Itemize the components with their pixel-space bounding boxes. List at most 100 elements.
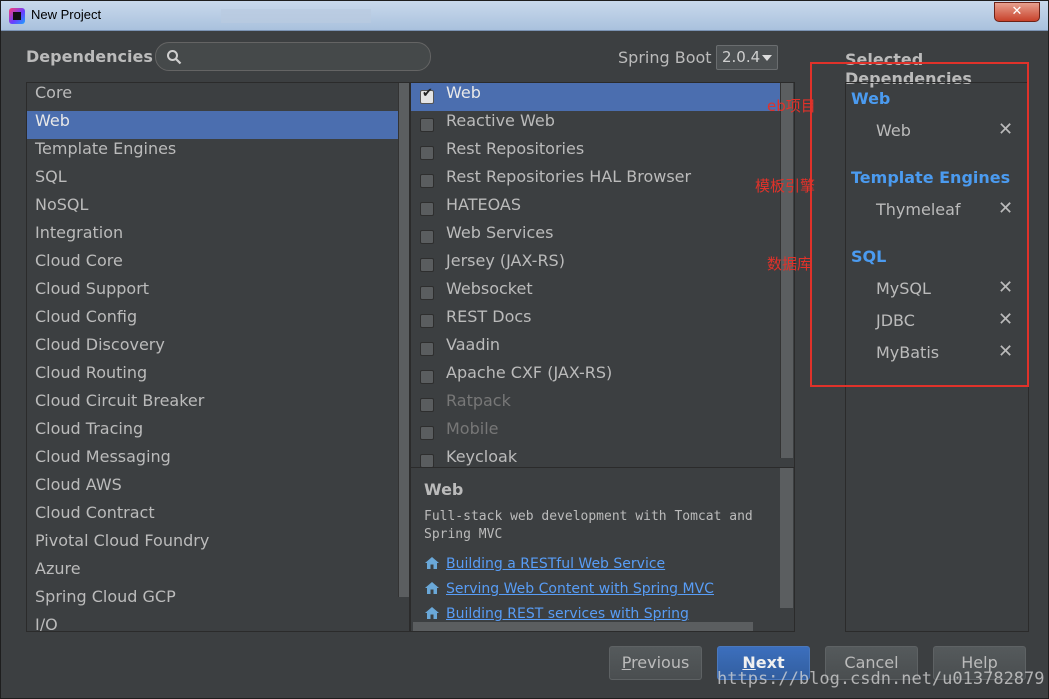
category-item[interactable]: Cloud Routing: [27, 363, 399, 391]
dependency-item[interactable]: Mobile: [411, 419, 780, 447]
watermark: https://blog.csdn.net/u013782879: [717, 669, 1045, 689]
category-list: Core Web Template Engines SQL NoSQL Integrati…: [26, 82, 410, 632]
annotation-template: 模板引擎: [755, 177, 816, 195]
category-item[interactable]: Integration: [27, 223, 399, 251]
category-item[interactable]: Web: [27, 111, 399, 139]
dependency-checkbox[interactable]: [420, 202, 434, 216]
dependencies-label: Dependencies: [26, 47, 153, 66]
dependency-checkbox[interactable]: [420, 174, 434, 188]
title-bar[interactable]: New Project ✕: [1, 1, 1048, 31]
search-icon: [167, 50, 182, 65]
dependency-checkbox[interactable]: [420, 342, 434, 356]
dependency-label: Ratpack: [446, 391, 511, 410]
home-icon: [425, 607, 439, 619]
dependency-checkbox[interactable]: [420, 454, 434, 467]
guide-link-label: Serving Web Content with Spring MVC: [446, 581, 714, 597]
dependency-list: Web Reactive Web Rest Repositories Rest Rep…: [411, 83, 794, 467]
window-title: New Project: [31, 7, 102, 22]
dependency-label: Apache CXF (JAX-RS): [446, 363, 613, 382]
description-scrollbar[interactable]: [780, 468, 793, 608]
dependency-label: Reactive Web: [446, 111, 555, 130]
category-item[interactable]: Pivotal Cloud Foundry: [27, 531, 399, 559]
category-item[interactable]: Spring Cloud GCP: [27, 587, 399, 615]
category-item[interactable]: Cloud Contract: [27, 503, 399, 531]
category-item[interactable]: Core: [27, 83, 399, 111]
dependency-label: Web: [446, 83, 481, 102]
guide-link-label: Building a RESTful Web Service: [446, 556, 666, 572]
annotation-web: eb项目: [767, 97, 816, 115]
spring-boot-label: Spring Boot: [618, 48, 712, 67]
dependency-item[interactable]: Rest Repositories: [411, 139, 780, 167]
dependency-checkbox[interactable]: [420, 118, 434, 132]
home-icon: [425, 582, 439, 594]
dependency-item[interactable]: Reactive Web: [411, 111, 780, 139]
dependency-checkbox[interactable]: [420, 286, 434, 300]
dependency-label: Mobile: [446, 419, 499, 438]
dependency-label: Rest Repositories: [446, 139, 585, 158]
dependency-checkbox[interactable]: [420, 86, 434, 104]
dependency-item[interactable]: Jersey (JAX-RS): [411, 251, 780, 279]
dependency-item[interactable]: Ratpack: [411, 391, 780, 419]
dependency-label: REST Docs: [446, 307, 532, 326]
guide-link[interactable]: Serving Web Content with Spring MVC: [424, 581, 714, 601]
dependency-label: Websocket: [446, 279, 533, 298]
category-item[interactable]: Cloud Discovery: [27, 335, 399, 363]
category-item[interactable]: Cloud Tracing: [27, 419, 399, 447]
new-project-window: New Project ✕ Dependencies Spring Boot 2…: [0, 0, 1049, 699]
category-item[interactable]: I/O: [27, 615, 399, 631]
annotation-sql: 数据库: [767, 255, 813, 273]
dependency-item[interactable]: Vaadin: [411, 335, 780, 363]
dependency-item[interactable]: Web Services: [411, 223, 780, 251]
category-item[interactable]: Cloud Support: [27, 279, 399, 307]
dependency-item[interactable]: Websocket: [411, 279, 780, 307]
previous-mnemonic: P: [621, 653, 632, 672]
description-text: Full-stack web development with Tomcat a…: [424, 509, 753, 542]
category-item[interactable]: Cloud AWS: [27, 475, 399, 503]
category-item[interactable]: Template Engines: [27, 139, 399, 167]
category-item[interactable]: NoSQL: [27, 195, 399, 223]
dependency-label: Web Services: [446, 223, 554, 242]
description-horizontal-scrollbar[interactable]: [413, 622, 753, 631]
dependency-checkbox[interactable]: [420, 426, 434, 440]
dependency-item[interactable]: HATEOAS: [411, 195, 780, 223]
dependency-item[interactable]: Keycloak: [411, 447, 780, 467]
dependency-label: Vaadin: [446, 335, 501, 354]
guide-link-label: Building REST services with Spring: [446, 606, 689, 622]
dependency-item[interactable]: Apache CXF (JAX-RS): [411, 363, 780, 391]
category-item[interactable]: Cloud Config: [27, 307, 399, 335]
dependency-label: HATEOAS: [446, 195, 522, 214]
spring-boot-version-value: 2.0.4: [722, 48, 761, 66]
previous-button[interactable]: Previous: [609, 646, 702, 680]
category-scrollbar[interactable]: [398, 83, 409, 597]
dependency-panel: Web Reactive Web Rest Repositories Rest Rep…: [410, 82, 795, 632]
description-title: Web: [424, 480, 464, 499]
chevron-down-icon: [762, 55, 772, 61]
dependency-checkbox[interactable]: [420, 314, 434, 328]
category-item[interactable]: Cloud Messaging: [27, 447, 399, 475]
intellij-app-icon: [9, 8, 25, 24]
search-field[interactable]: [155, 42, 431, 71]
category-item[interactable]: Cloud Circuit Breaker: [27, 391, 399, 419]
category-item[interactable]: SQL: [27, 167, 399, 195]
title-bar-blur: [221, 9, 371, 23]
dependency-checkbox[interactable]: [420, 146, 434, 160]
close-window-button[interactable]: ✕: [994, 2, 1040, 22]
search-input[interactable]: [190, 47, 420, 67]
spring-boot-version-select[interactable]: 2.0.4: [716, 45, 778, 70]
dependency-checkbox[interactable]: [420, 398, 434, 412]
dialog-content: Dependencies Spring Boot 2.0.4 Selected …: [9, 32, 1045, 694]
dependency-checkbox[interactable]: [420, 370, 434, 384]
guide-link[interactable]: Building a RESTful Web Service: [424, 556, 665, 576]
dependency-description: Web Full-stack web development with Tomc…: [411, 467, 794, 631]
home-icon: [425, 557, 439, 569]
dependency-checkbox[interactable]: [420, 230, 434, 244]
dependency-checkbox[interactable]: [420, 258, 434, 272]
category-item[interactable]: Cloud Core: [27, 251, 399, 279]
category-item[interactable]: Azure: [27, 559, 399, 587]
dependency-item[interactable]: Web: [411, 83, 780, 111]
dependency-item[interactable]: REST Docs: [411, 307, 780, 335]
dependency-label: Rest Repositories HAL Browser: [446, 167, 692, 186]
dependency-label: Jersey (JAX-RS): [446, 251, 565, 270]
previous-label: revious: [631, 653, 690, 672]
dependency-item[interactable]: Rest Repositories HAL Browser: [411, 167, 780, 195]
